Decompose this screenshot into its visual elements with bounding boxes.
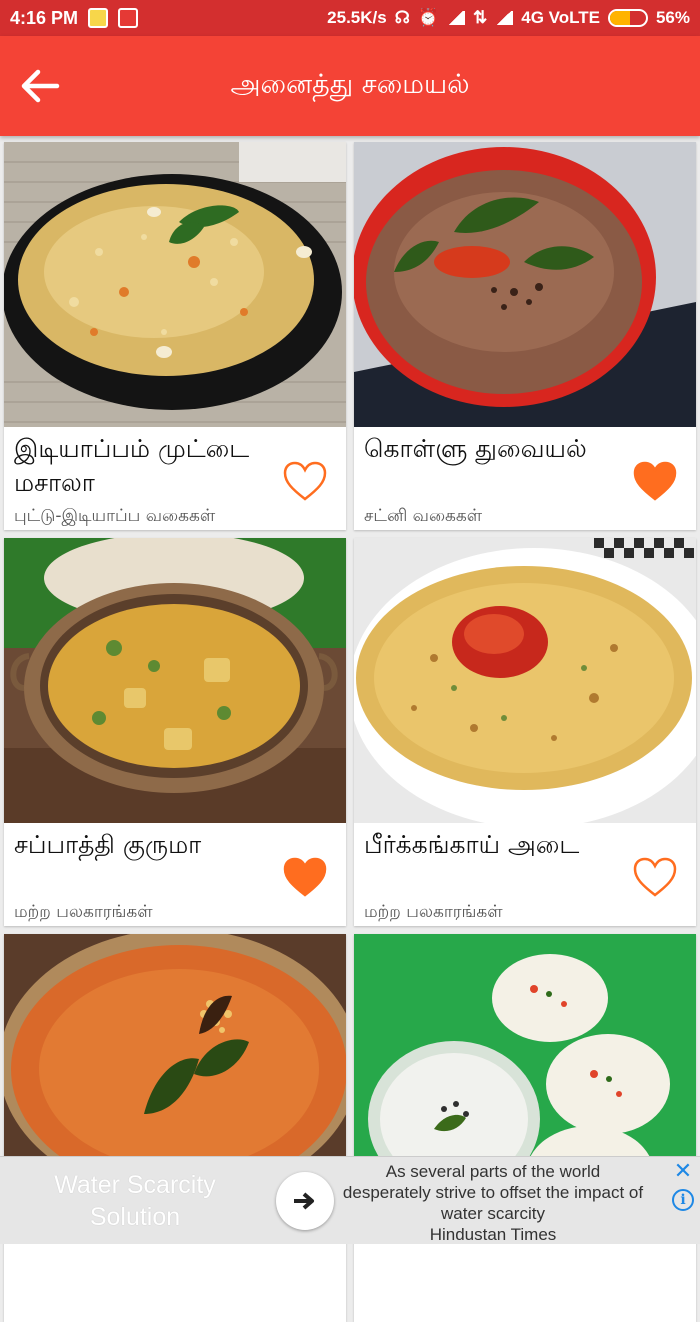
favorite-heart-icon[interactable]	[282, 856, 328, 898]
recipe-image-kurma	[4, 538, 346, 823]
ad-source: Hindustan Times	[429, 1225, 557, 1244]
signal-icon	[447, 11, 465, 25]
ad-go-button[interactable]	[276, 1172, 334, 1230]
app-bar: அனைத்து சமையல்	[0, 36, 700, 136]
ad-body: As several parts of the world desperatel…	[340, 1161, 646, 1245]
recipe-name: இடியாப்பம் முட்டை மசாலா	[14, 434, 250, 497]
message-notification-icon	[118, 8, 139, 28]
data-transfer-icon: ⇅	[473, 8, 488, 27]
close-icon[interactable]: ✕	[672, 1161, 694, 1183]
recipe-name: பீர்க்கங்காய் அடை	[364, 830, 580, 859]
page-title: அனைத்து சமையல்	[230, 68, 470, 100]
ad-banner[interactable]: Water Scarcity Solution As several parts…	[0, 1156, 700, 1244]
recipe-card[interactable]: சப்பாத்தி குருமா மற்ற பலகாரங்கள்	[4, 538, 346, 926]
recipe-card[interactable]: பீர்க்கங்காய் அடை மற்ற பலகாரங்கள்	[354, 538, 696, 926]
ad-headline: Water Scarcity Solution	[54, 1171, 216, 1231]
battery-percent: 56%	[655, 8, 690, 27]
status-time: 4:16 PM	[10, 7, 79, 28]
favorite-heart-icon[interactable]	[282, 460, 328, 502]
recipe-card[interactable]: இடியாப்பம் முட்டை மசாலா புட்டு-இடியாப்ப …	[4, 142, 346, 530]
alarm-icon: ⏰	[417, 8, 439, 27]
recipe-name: கொள்ளு துவையல்	[364, 434, 587, 463]
network-speed: 25.5K/s	[327, 8, 387, 27]
recipe-category: சட்னி வகைகள்	[364, 506, 483, 526]
status-bar: 4:16 PM 25.5K/s ☊ ⏰ ⇅ 4G VoLTE 56%	[0, 0, 700, 36]
arrow-right-icon	[294, 1192, 314, 1210]
recipe-card[interactable]	[4, 934, 346, 1322]
back-button[interactable]	[0, 36, 80, 136]
recipe-image-adai	[354, 538, 696, 823]
recipe-image-noodles	[4, 142, 346, 427]
recipe-card[interactable]	[354, 934, 696, 1322]
info-icon[interactable]: i	[672, 1189, 694, 1211]
headset-icon: ☊	[394, 8, 410, 27]
recipe-image-thuvayal	[354, 142, 696, 427]
recipe-name: சப்பாத்தி குருமா	[14, 830, 202, 859]
favorite-heart-icon[interactable]	[632, 856, 678, 898]
battery-icon	[607, 9, 648, 27]
recipe-card[interactable]: கொள்ளு துவையல் சட்னி வகைகள்	[354, 142, 696, 530]
lock-notification-icon	[88, 8, 109, 28]
ad-body-text: As several parts of the world desperatel…	[342, 1162, 644, 1223]
arrow-left-icon	[21, 69, 60, 103]
network-type: 4G VoLTE	[521, 8, 600, 27]
favorite-heart-icon[interactable]	[632, 460, 678, 502]
recipe-category: மற்ற பலகாரங்கள்	[364, 902, 503, 922]
recipe-category: மற்ற பலகாரங்கள்	[14, 902, 153, 922]
signal-icon-2	[495, 11, 514, 25]
recipe-category: புட்டு-இடியாப்ப வகைகள்	[14, 506, 216, 526]
